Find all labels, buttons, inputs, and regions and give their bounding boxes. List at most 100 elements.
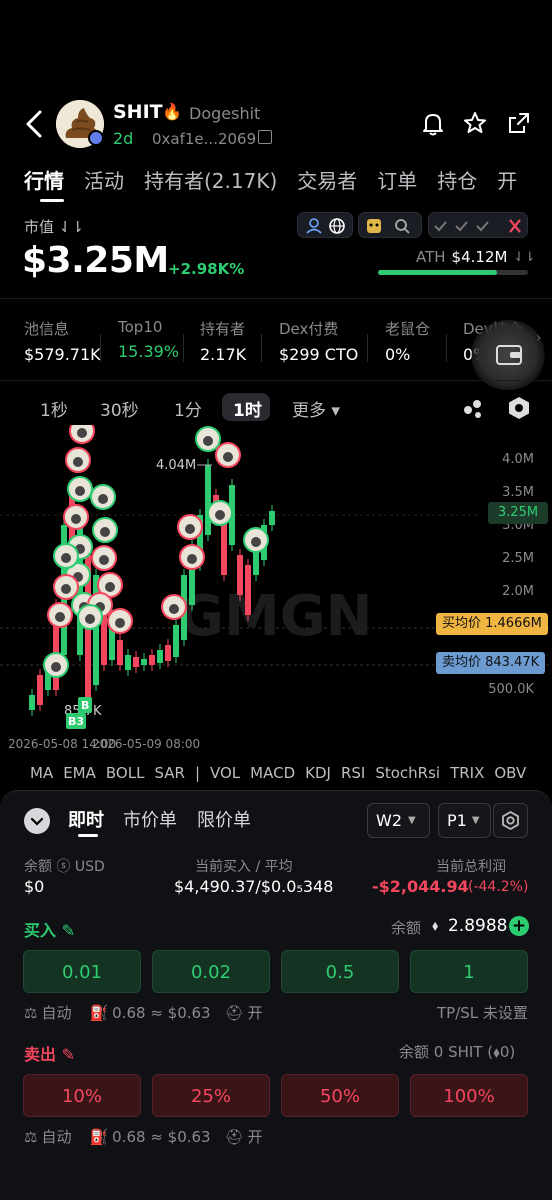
market-cap-label[interactable]: 市值 ⇃⇂	[24, 216, 84, 237]
buy-section-label[interactable]: 买入 ✎	[24, 917, 75, 941]
indicator-rsi[interactable]: RSI	[341, 764, 365, 782]
timeframe-30s[interactable]: 30秒	[100, 396, 139, 421]
sort-icon[interactable]: ⇃⇂	[513, 250, 535, 265]
share-icon[interactable]	[506, 110, 532, 136]
fire-icon: 🔥	[162, 102, 182, 121]
tab-orders[interactable]: 订单	[377, 165, 417, 194]
trader-avatar-figure	[85, 614, 95, 624]
trade-tab-limit[interactable]: 限价单	[197, 806, 251, 832]
timeframe-1m[interactable]: 1分	[174, 396, 202, 421]
user-globe-icons	[306, 218, 345, 234]
sell-percent-button[interactable]: 25%	[152, 1074, 270, 1117]
tab-market[interactable]: 行情	[24, 165, 64, 194]
ath-value: $4.12M	[451, 248, 508, 266]
buy-settings-row[interactable]: ⚖ 自动 ⛽ 0.68 ≈ $0.63 ⛑ 开	[24, 1002, 263, 1023]
current-price-tag: 3.25M	[488, 502, 548, 524]
candle-body	[133, 657, 139, 667]
indicator-macd[interactable]: MACD	[250, 764, 295, 782]
stat-holders[interactable]: 持有者 2.17K	[200, 318, 246, 364]
indicator-ma[interactable]: MA	[30, 764, 53, 782]
trader-avatar-figure	[169, 604, 179, 614]
back-arrow-icon[interactable]	[20, 104, 50, 144]
svg-text:B3: B3	[68, 715, 84, 728]
wallet-select[interactable]: W2 ▼	[367, 803, 430, 838]
tab-traders[interactable]: 交易者	[297, 165, 357, 194]
bubbles-icon[interactable]	[460, 395, 486, 421]
stat-pool[interactable]: 池信息 $579.71K	[24, 318, 101, 364]
trader-avatar-figure	[98, 494, 108, 504]
stat-insiders[interactable]: 老鼠仓 0%	[385, 318, 430, 364]
candle-body	[165, 645, 171, 661]
sell-settings-row[interactable]: ⚖ 自动 ⛽ 0.68 ≈ $0.63 ⛑ 开	[24, 1126, 263, 1147]
buy-balance-value: 2.8988	[448, 916, 508, 936]
sell-percent-button[interactable]: 100%	[410, 1074, 528, 1117]
pnl-label: 当前总利润	[436, 859, 506, 875]
y-tick: 2.5M	[502, 551, 534, 566]
stat-dex-paid[interactable]: Dex付费 $299 CTO	[279, 318, 358, 364]
stat-separator	[367, 334, 368, 362]
stat-top10[interactable]: Top10 15.39%	[118, 318, 179, 361]
indicator-boll[interactable]: BOLL	[106, 764, 145, 782]
bell-icon[interactable]	[420, 110, 446, 136]
caret-down-icon: ▼	[471, 815, 480, 826]
stat-value: $299 CTO	[279, 345, 359, 364]
timeframe-more[interactable]: 更多 ▾	[292, 396, 340, 421]
current-buy-label: 当前买入 / 平均	[195, 859, 293, 875]
buy-amount-button[interactable]: 0.5	[281, 950, 399, 993]
settings-hex-icon[interactable]	[506, 395, 532, 421]
buy-amount-button[interactable]: 0.01	[23, 950, 141, 993]
indicator-obv[interactable]: OBV	[494, 764, 526, 782]
trader-avatar-figure	[55, 612, 65, 622]
tab-more[interactable]: 开	[497, 165, 517, 194]
stat-separator	[446, 334, 447, 362]
timeframe-1h[interactable]: 1时	[233, 396, 262, 421]
chevron-right-icon[interactable]: ›	[536, 330, 542, 346]
copy-icon[interactable]	[258, 130, 272, 144]
trader-avatar-figure	[187, 554, 197, 564]
trade-settings-button[interactable]	[493, 803, 528, 838]
indicator-sar[interactable]: SAR	[154, 764, 184, 782]
tpsl-status[interactable]: TP/SL 未设置	[437, 1002, 528, 1023]
preset-select[interactable]: P1 ▼	[438, 803, 491, 838]
timeframe-1s[interactable]: 1秒	[40, 396, 68, 421]
indicator-stochrsi[interactable]: StochRsi	[375, 764, 440, 782]
trader-avatar-figure	[105, 582, 115, 592]
current-buy-value: $4,490.37/$0.0₅348	[174, 877, 334, 896]
main-tabs: 行情 活动 持有者(2.17K) 交易者 订单 持仓 开	[24, 162, 537, 196]
stat-separator	[100, 334, 101, 362]
candle-body	[117, 640, 123, 665]
indicator-vol[interactable]: VOL	[210, 764, 240, 782]
indicator-trix[interactable]: TRIX	[450, 764, 484, 782]
mev-status: 开	[247, 1128, 263, 1146]
trade-tab-market[interactable]: 市价单	[123, 806, 177, 832]
stat-value: 15.39%	[118, 342, 180, 361]
slippage-mode: 自动	[41, 1128, 72, 1146]
stat-separator	[261, 334, 262, 362]
token-name: Dogeshit	[189, 104, 261, 123]
social-chip[interactable]	[297, 212, 353, 238]
candle-body	[269, 511, 275, 525]
tab-positions[interactable]: 持仓	[437, 165, 477, 194]
balance-value: $0	[24, 877, 45, 896]
chevron-down-icon[interactable]	[24, 808, 50, 834]
buy-amount-button[interactable]: 1	[410, 950, 528, 993]
tools-chip[interactable]	[358, 212, 422, 238]
tab-holders[interactable]: 持有者(2.17K)	[144, 165, 277, 194]
tab-activity[interactable]: 活动	[84, 165, 124, 194]
trade-tab-instant[interactable]: 即时	[68, 806, 104, 832]
trader-avatar-figure	[100, 527, 110, 537]
security-checks-chip[interactable]	[428, 212, 528, 238]
robot-search-icons	[367, 219, 410, 234]
candle-body	[141, 659, 147, 665]
sell-percent-button[interactable]: 50%	[281, 1074, 399, 1117]
add-funds-icon[interactable]: +	[509, 916, 529, 936]
sell-section-label[interactable]: 卖出 ✎	[24, 1041, 75, 1065]
price-chart[interactable]: GMGN 4.04M 85.7K B3 B	[0, 425, 552, 755]
indicator-kdj[interactable]: KDJ	[305, 764, 331, 782]
contract-address[interactable]: 0xaf1e...2069	[152, 130, 256, 148]
sell-percent-button[interactable]: 10%	[23, 1074, 141, 1117]
star-icon[interactable]	[462, 110, 488, 136]
buy-amount-button[interactable]: 0.02	[152, 950, 270, 993]
candle-body	[205, 465, 211, 535]
indicator-ema[interactable]: EMA	[63, 764, 96, 782]
